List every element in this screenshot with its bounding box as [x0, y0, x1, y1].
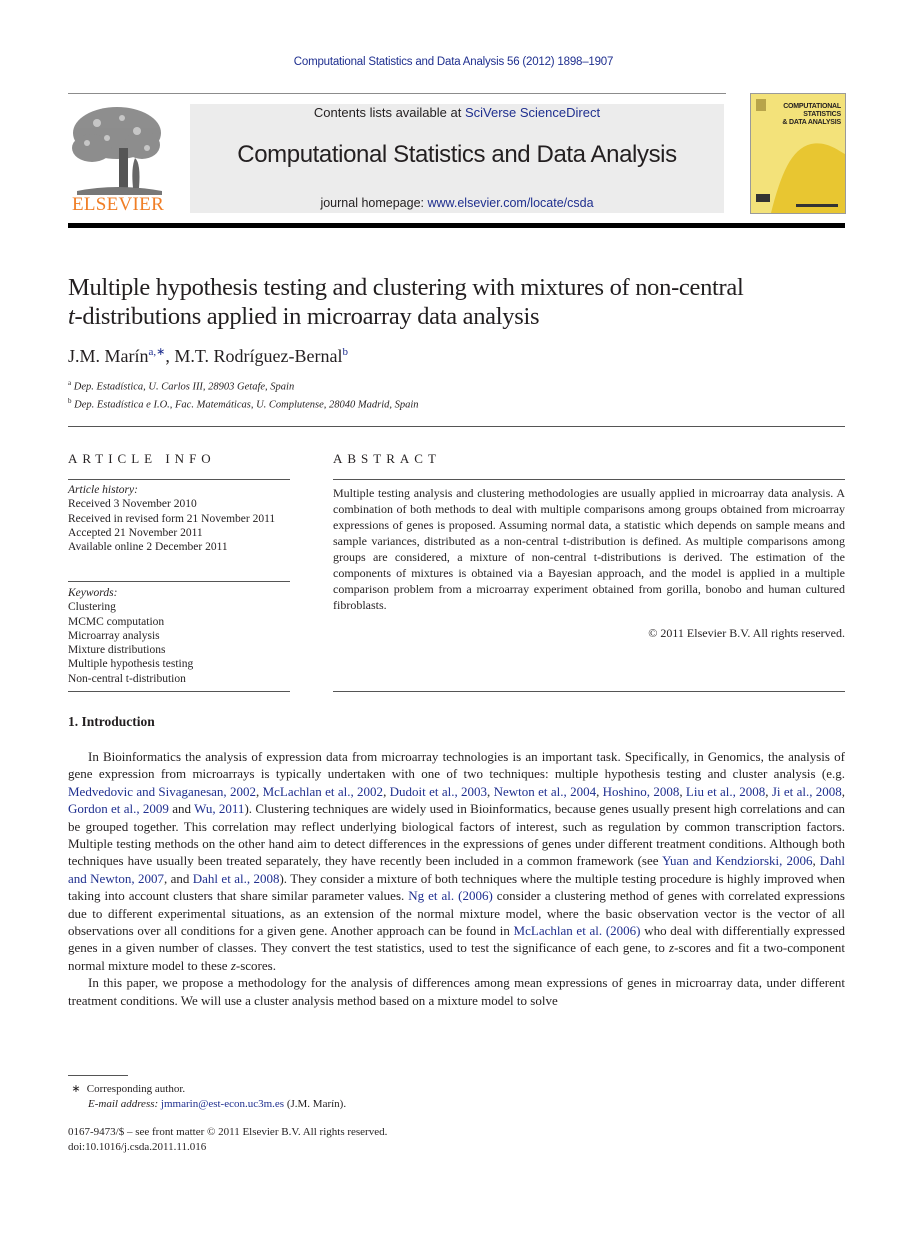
- keyword: Clustering: [68, 601, 116, 614]
- cover-title: COMPUTATIONAL STATISTICS & DATA ANALYSIS: [782, 103, 841, 126]
- journal-cover: COMPUTATIONAL STATISTICS & DATA ANALYSIS: [750, 93, 846, 214]
- contents-line: Contents lists available at SciVerse Sci…: [190, 105, 724, 120]
- divider: [333, 479, 845, 480]
- article-info-heading: ARTICLE INFO: [68, 451, 216, 466]
- text-run: , and: [163, 870, 193, 886]
- keyword: Multiple hypothesis testing: [68, 658, 194, 671]
- text-run: and: [168, 801, 195, 817]
- citation-link[interactable]: Dahl et al., 2008: [193, 871, 280, 886]
- abstract-copyright: © 2011 Elsevier B.V. All rights reserved…: [648, 626, 845, 640]
- affiliation: b Dep. Estadística e I.O., Fac. Matemáti…: [68, 397, 419, 411]
- divider: [68, 581, 290, 582]
- citation-link[interactable]: Yuan and Kendziorski, 2006: [662, 853, 812, 868]
- citation-link[interactable]: Newton et al., 2004: [494, 784, 596, 799]
- keyword: Non-central t-distribution: [68, 672, 186, 685]
- author-marks[interactable]: a,∗: [149, 346, 166, 358]
- article-title: Multiple hypothesis testing and clusteri…: [68, 274, 744, 330]
- footnote-rule: [68, 1075, 128, 1076]
- text-run: ,: [765, 783, 772, 799]
- divider: [68, 691, 290, 692]
- introduction-body: In Bioinformatics the analysis of expres…: [68, 748, 845, 1009]
- citation-link[interactable]: Hoshino, 2008: [603, 784, 680, 799]
- author-list: J.M. Marína,∗, M.T. Rodríguez-Bernalb: [68, 346, 348, 366]
- homepage-line: journal homepage: www.elsevier.com/locat…: [190, 196, 724, 210]
- citation-link[interactable]: Gordon et al., 2009: [68, 801, 169, 816]
- divider: [68, 479, 290, 480]
- text-run: ,: [841, 783, 846, 799]
- history-item: Accepted 21 November 2011: [68, 526, 203, 539]
- running-head[interactable]: Computational Statistics and Data Analys…: [0, 56, 907, 68]
- email-link[interactable]: jmmarin@est-econ.uc3m.es: [161, 1098, 284, 1110]
- text-run: ,: [383, 783, 390, 799]
- text-run: -scores.: [235, 957, 276, 973]
- history-label: Article history:: [68, 484, 138, 496]
- elsevier-wordmark: ELSEVIER: [71, 194, 165, 215]
- citation-link[interactable]: Wu, 2011: [194, 801, 244, 816]
- history-item: Available online 2 December 2011: [68, 541, 228, 554]
- homepage-link[interactable]: www.elsevier.com/locate/csda: [427, 196, 593, 210]
- abstract-heading: ABSTRACT: [333, 451, 441, 466]
- paragraph: In this paper, we propose a methodology …: [68, 975, 845, 1008]
- doi-link[interactable]: doi:10.1016/j.csda.2011.11.016: [68, 1141, 206, 1153]
- thick-rule: [68, 223, 845, 228]
- sciencedirect-link[interactable]: SciVerse ScienceDirect: [465, 105, 600, 120]
- citation-link[interactable]: McLachlan et al. (2006): [514, 923, 641, 938]
- citation-link[interactable]: McLachlan et al., 2002: [263, 784, 383, 799]
- citation-link[interactable]: Dudoit et al., 2003: [390, 784, 487, 799]
- keyword: MCMC computation: [68, 615, 165, 628]
- affiliation: a Dep. Estadística, U. Carlos III, 28903…: [68, 379, 295, 393]
- abstract-text: Multiple testing analysis and clustering…: [333, 486, 845, 612]
- author-name: M.T. Rodríguez-Bernal: [174, 346, 343, 366]
- text-run: ,: [679, 783, 686, 799]
- text-run: ,: [596, 783, 603, 799]
- section-heading-introduction: 1. Introduction: [68, 714, 155, 729]
- contents-prefix: Contents lists available at: [313, 105, 465, 120]
- keyword: Microarray analysis: [68, 629, 160, 642]
- text-run: ,: [256, 783, 263, 799]
- paragraph: In Bioinformatics the analysis of expres…: [68, 748, 845, 974]
- history-item: Received 3 November 2010: [68, 498, 197, 511]
- author-name: J.M. Marín: [68, 346, 149, 366]
- corresponding-author-note: ∗ Corresponding author.: [68, 1082, 185, 1095]
- citation-link[interactable]: Ng et al. (2006): [408, 888, 493, 903]
- text-run: ,: [812, 853, 820, 869]
- asterisk-mark: ∗: [71, 1083, 81, 1095]
- top-rule: [68, 93, 726, 94]
- keywords-label: Keywords:: [68, 587, 118, 599]
- divider: [333, 691, 845, 692]
- journal-title: Computational Statistics and Data Analys…: [237, 141, 677, 168]
- text-run: ,: [487, 783, 494, 799]
- homepage-prefix: journal homepage:: [320, 196, 428, 210]
- divider: [68, 426, 845, 427]
- keywords: Keywords: Clustering MCMC computation Mi…: [68, 586, 290, 686]
- citation-link[interactable]: Ji et al., 2008: [772, 784, 842, 799]
- text-run: In Bioinformatics the analysis of expres…: [68, 749, 845, 782]
- citation-link[interactable]: Medvedovic and Sivaganesan, 2002: [68, 784, 256, 799]
- history-item: Received in revised form 21 November 201…: [68, 512, 276, 525]
- front-matter-note: 0167-9473/$ – see front matter © 2011 El…: [68, 1126, 388, 1138]
- keyword: Mixture distributions: [68, 644, 166, 657]
- citation-link[interactable]: Liu et al., 2008: [686, 784, 765, 799]
- author-marks[interactable]: b: [342, 346, 348, 358]
- email-note: E-mail address: jmmarin@est-econ.uc3m.es…: [88, 1098, 347, 1110]
- article-history: Article history: Received 3 November 201…: [68, 483, 290, 554]
